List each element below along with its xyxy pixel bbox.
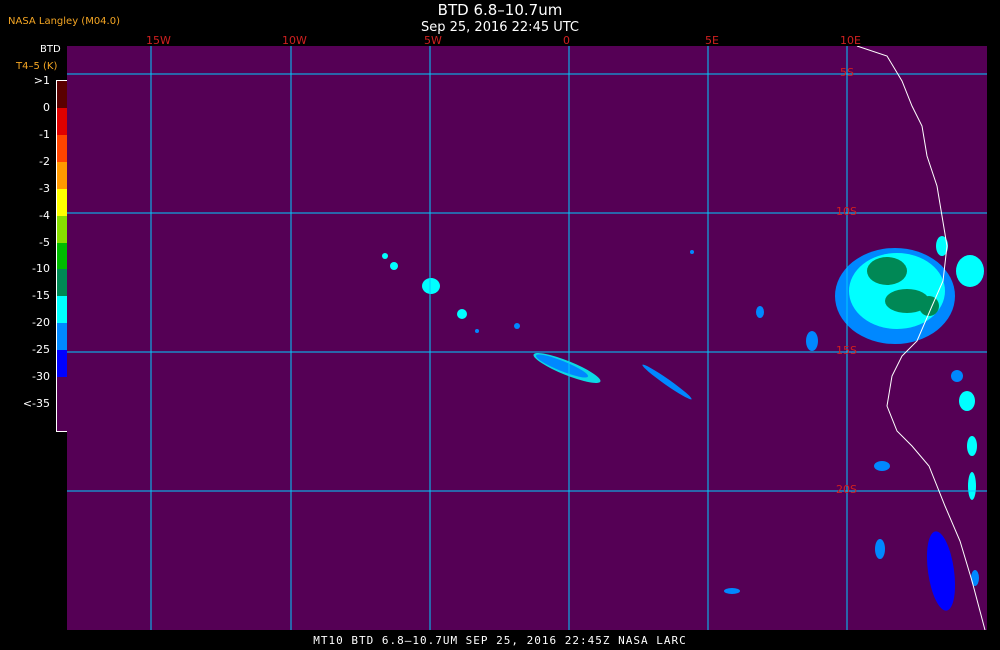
lon-label-10e: 10E xyxy=(840,34,861,47)
legend-label: -3 xyxy=(39,181,50,195)
legend-label: -1 xyxy=(39,127,50,141)
image-subtitle: Sep 25, 2016 22:45 UTC xyxy=(420,20,580,35)
legend-label: -30 xyxy=(32,370,50,384)
lon-label-0: 0 xyxy=(563,34,570,47)
legend-label: -15 xyxy=(32,289,50,303)
legend-label: -10 xyxy=(32,262,50,276)
footer-caption: MT10 BTD 6.8–10.7UM SEP 25, 2016 22:45Z … xyxy=(313,634,687,647)
legend-label: >1 xyxy=(33,74,50,87)
legend-label: -5 xyxy=(39,235,50,249)
lat-label-5s: 5S xyxy=(840,66,854,79)
legend-units: T4–5 (K) xyxy=(16,61,58,72)
map-background xyxy=(67,46,987,630)
lon-label-15w: 15W xyxy=(146,34,171,47)
lat-label-20s: 20S xyxy=(836,483,857,496)
legend-label: -20 xyxy=(32,316,50,330)
lon-label-10w: 10W xyxy=(282,34,307,47)
lon-label-5w: 5W xyxy=(424,34,442,47)
legend-label: 0 xyxy=(43,100,50,114)
legend-label: <-35 xyxy=(22,397,50,411)
image-title: BTD 6.8–10.7um xyxy=(437,1,563,19)
legend-label: -2 xyxy=(39,154,50,168)
legend-label: -25 xyxy=(32,343,50,357)
satellite-map xyxy=(67,46,987,630)
legend-title: BTD xyxy=(40,44,61,55)
lon-label-5e: 5E xyxy=(705,34,719,47)
lat-label-15s: 15S xyxy=(836,344,857,357)
legend-label: -4 xyxy=(39,208,50,222)
lat-label-10s: 10S xyxy=(836,205,857,218)
producer-label: NASA Langley (M04.0) xyxy=(8,16,120,27)
